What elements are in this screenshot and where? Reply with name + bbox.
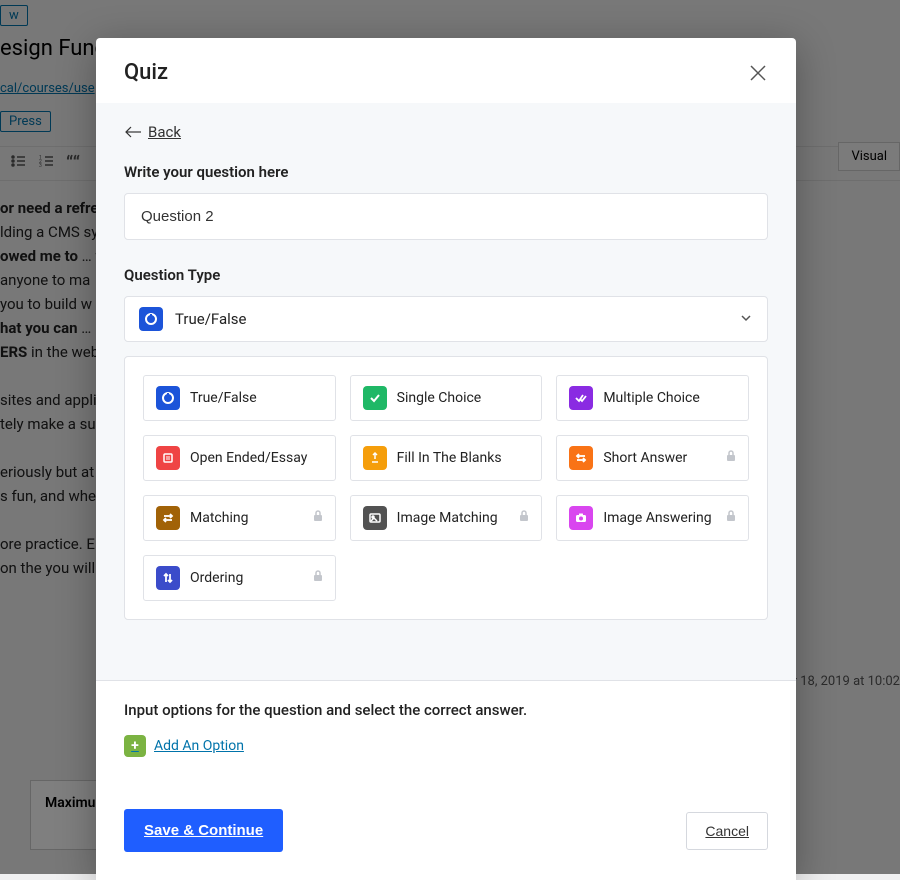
option-label: Matching <box>190 510 248 526</box>
question-type-label: Question Type <box>124 266 768 284</box>
double-check-icon <box>569 386 593 410</box>
back-link[interactable]: Back <box>124 123 181 141</box>
camera-icon <box>569 506 593 530</box>
short-answer-icon <box>569 446 593 470</box>
question-type-select[interactable]: True/False <box>124 296 768 342</box>
question-type-options: True/False Single Choice Multiple Choice… <box>124 356 768 620</box>
option-image-answering[interactable]: Image Answering <box>556 495 749 541</box>
cancel-button[interactable]: Cancel <box>686 812 768 850</box>
true-false-icon <box>156 386 180 410</box>
option-image-matching[interactable]: Image Matching <box>350 495 543 541</box>
matching-icon <box>156 506 180 530</box>
option-label: Single Choice <box>397 390 482 406</box>
essay-icon <box>156 446 180 470</box>
option-label: Fill In The Blanks <box>397 450 502 466</box>
plus-icon: + <box>124 735 146 757</box>
check-icon <box>363 386 387 410</box>
question-input[interactable] <box>124 193 768 240</box>
lock-icon <box>724 449 738 467</box>
arrow-left-icon <box>124 126 142 138</box>
option-label: Short Answer <box>603 450 687 466</box>
save-continue-button[interactable]: Save & Continue <box>124 809 283 852</box>
add-option-button[interactable]: + Add An Option <box>124 735 244 757</box>
option-true-false[interactable]: True/False <box>143 375 336 421</box>
question-label: Write your question here <box>124 163 768 181</box>
option-single-choice[interactable]: Single Choice <box>350 375 543 421</box>
option-short-answer[interactable]: Short Answer <box>556 435 749 481</box>
option-ordering[interactable]: Ordering <box>143 555 336 601</box>
option-fill-blanks[interactable]: Fill In The Blanks <box>350 435 543 481</box>
option-label: Multiple Choice <box>603 390 699 406</box>
lock-icon <box>517 509 531 527</box>
option-matching[interactable]: Matching <box>143 495 336 541</box>
selected-type: True/False <box>175 310 753 328</box>
image-matching-icon <box>363 506 387 530</box>
ordering-icon <box>156 566 180 590</box>
option-label: Ordering <box>190 570 243 586</box>
lock-icon <box>311 569 325 587</box>
close-button[interactable] <box>748 63 768 83</box>
option-label: Image Matching <box>397 510 498 526</box>
option-label: True/False <box>190 390 257 406</box>
true-false-icon <box>139 307 163 331</box>
quiz-modal: Quiz Back Write your question here Quest… <box>96 38 796 880</box>
back-label: Back <box>148 123 181 141</box>
option-label: Image Answering <box>603 510 711 526</box>
add-option-label: Add An Option <box>154 738 244 754</box>
options-instructions: Input options for the question and selec… <box>124 701 768 719</box>
option-multiple-choice[interactable]: Multiple Choice <box>556 375 749 421</box>
lock-icon <box>311 509 325 527</box>
lock-icon <box>724 509 738 527</box>
fill-blanks-icon <box>363 446 387 470</box>
modal-title: Quiz <box>124 60 168 85</box>
option-open-ended[interactable]: Open Ended/Essay <box>143 435 336 481</box>
chevron-down-icon <box>739 310 753 329</box>
option-label: Open Ended/Essay <box>190 450 307 466</box>
